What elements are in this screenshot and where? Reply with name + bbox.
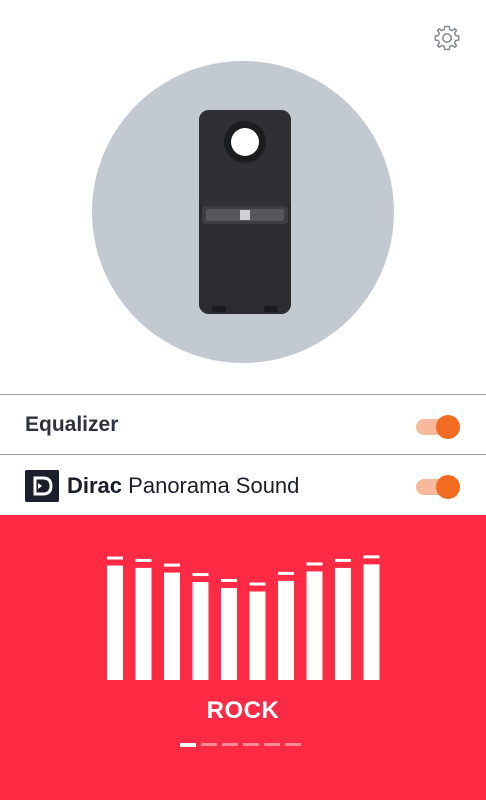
equalizer-row: Equalizer	[0, 396, 486, 454]
dirac-row: Dirac Panorama Sound	[0, 456, 486, 514]
eq-band-bar[interactable]	[221, 587, 237, 680]
eq-band-cap[interactable]	[249, 582, 266, 586]
dirac-toggle[interactable]	[414, 474, 460, 500]
preset-dot[interactable]	[180, 743, 196, 747]
eq-band-cap[interactable]	[164, 563, 180, 567]
eq-band-bar[interactable]	[335, 567, 351, 680]
eq-band-bar[interactable]	[306, 571, 323, 680]
speaker-mod-image	[199, 110, 291, 314]
dirac-product: Panorama Sound	[128, 473, 300, 498]
preset-page-indicator	[180, 743, 310, 747]
preset-dot[interactable]	[222, 743, 238, 746]
divider	[0, 394, 486, 395]
eq-band-bar[interactable]	[192, 582, 209, 680]
eq-band-cap[interactable]	[135, 558, 152, 562]
eq-band-cap[interactable]	[278, 571, 294, 575]
toggle-thumb	[436, 415, 460, 439]
eq-band-bar[interactable]	[278, 580, 294, 680]
dirac-label: Dirac Panorama Sound	[67, 473, 299, 499]
equalizer-toggle[interactable]	[414, 414, 460, 440]
divider	[0, 454, 486, 455]
eq-band-bar[interactable]	[164, 572, 180, 680]
device-header	[0, 0, 486, 394]
preset-name: ROCK	[206, 697, 280, 724]
eq-band-cap[interactable]	[306, 562, 323, 566]
gear-icon[interactable]	[432, 23, 462, 53]
eq-band-bar[interactable]	[107, 565, 123, 680]
toggle-thumb	[436, 475, 460, 499]
eq-band-cap[interactable]	[363, 555, 380, 559]
dirac-brand: Dirac	[67, 473, 123, 498]
eq-band-cap[interactable]	[107, 556, 123, 560]
dirac-logo-icon	[25, 470, 59, 502]
preset-dot[interactable]	[243, 743, 259, 746]
preset-dot[interactable]	[201, 743, 217, 746]
equalizer-bars[interactable]	[0, 515, 486, 690]
eq-band-bar[interactable]	[135, 567, 152, 680]
preset-dot[interactable]	[264, 743, 280, 746]
eq-band-bar[interactable]	[249, 591, 266, 681]
preset-dot[interactable]	[285, 743, 301, 746]
equalizer-label: Equalizer	[25, 413, 119, 436]
equalizer-panel[interactable]: ROCK	[0, 515, 486, 800]
eq-band-bar[interactable]	[363, 564, 380, 680]
eq-band-cap[interactable]	[221, 578, 237, 582]
eq-band-cap[interactable]	[192, 573, 209, 577]
eq-band-cap[interactable]	[335, 558, 351, 562]
